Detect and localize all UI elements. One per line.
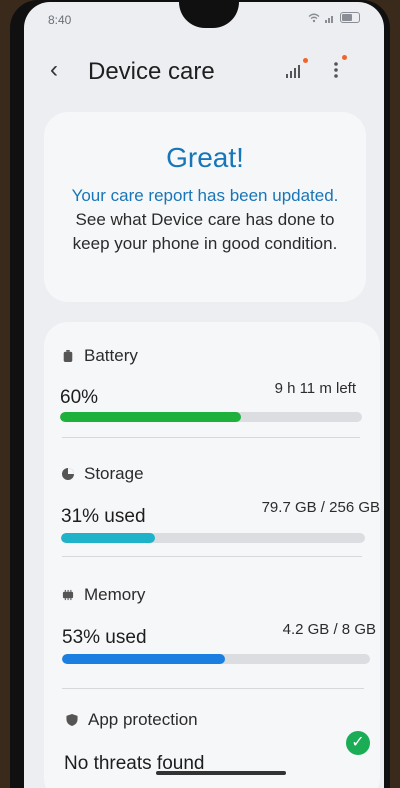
battery-icon bbox=[340, 12, 360, 23]
battery-detail: 9 h 11 m left bbox=[274, 380, 356, 397]
storage-label: Storage bbox=[84, 464, 144, 483]
memory-section-label[interactable]: Memory bbox=[62, 585, 145, 605]
battery-progress-bar bbox=[60, 412, 362, 422]
status-icons bbox=[308, 12, 360, 23]
check-circle-icon: ✓ bbox=[346, 731, 370, 755]
care-report-link[interactable]: Your care report has been updated. bbox=[72, 186, 339, 205]
battery-section-label[interactable]: Battery bbox=[62, 346, 138, 366]
status-time: 8:40 bbox=[48, 13, 72, 27]
divider bbox=[62, 437, 360, 438]
notification-dot bbox=[303, 58, 308, 63]
back-icon[interactable]: ‹ bbox=[50, 58, 58, 82]
memory-value: 53% used bbox=[62, 627, 147, 648]
app-protection-section-label[interactable]: App protection bbox=[66, 710, 198, 730]
storage-value: 31% used bbox=[61, 506, 146, 527]
storage-progress-fill bbox=[61, 533, 156, 543]
page-title: Device care bbox=[88, 58, 215, 85]
memory-progress-fill bbox=[62, 654, 226, 664]
memory-progress-bar bbox=[62, 654, 370, 664]
camera-notch bbox=[179, 2, 239, 28]
app-header: ‹ Device care bbox=[24, 50, 384, 94]
care-report-message: Your care report has been updated. See w… bbox=[66, 184, 344, 256]
battery-value: 60% bbox=[60, 387, 99, 408]
memory-label: Memory bbox=[84, 585, 146, 604]
battery-icon bbox=[63, 350, 73, 362]
storage-progress-bar bbox=[61, 533, 365, 543]
divider bbox=[62, 556, 362, 557]
signal-bars-icon[interactable] bbox=[286, 64, 302, 78]
storage-section-label[interactable]: Storage bbox=[62, 464, 144, 484]
great-headline: Great! bbox=[166, 142, 244, 173]
storage-detail: 79.7 GB / 256 GB bbox=[261, 499, 380, 516]
wifi-icon bbox=[308, 13, 320, 22]
phone-frame: 8:40 ‹ Device care Great! Your care repo… bbox=[10, 0, 390, 788]
storage-icon bbox=[62, 468, 74, 480]
notification-dot bbox=[342, 55, 347, 60]
more-options-icon[interactable] bbox=[334, 62, 338, 78]
shield-icon bbox=[66, 714, 78, 726]
screen: 8:40 ‹ Device care Great! Your care repo… bbox=[24, 2, 384, 788]
care-report-card: Great! Your care report has been updated… bbox=[44, 112, 366, 302]
memory-chip-icon bbox=[62, 589, 74, 601]
status-bar: 8:40 bbox=[24, 2, 384, 36]
signal-icon bbox=[325, 15, 333, 23]
battery-progress-fill bbox=[60, 412, 242, 422]
care-report-text: See what Device care has done to keep yo… bbox=[72, 210, 338, 253]
memory-detail: 4.2 GB / 8 GB bbox=[282, 621, 376, 638]
battery-label: Battery bbox=[84, 346, 138, 365]
app-protection-label: App protection bbox=[88, 710, 198, 729]
device-status-card: Battery 60% 9 h 11 m left Storage 31% us… bbox=[44, 322, 380, 788]
home-indicator[interactable] bbox=[156, 771, 286, 775]
divider bbox=[62, 688, 364, 689]
